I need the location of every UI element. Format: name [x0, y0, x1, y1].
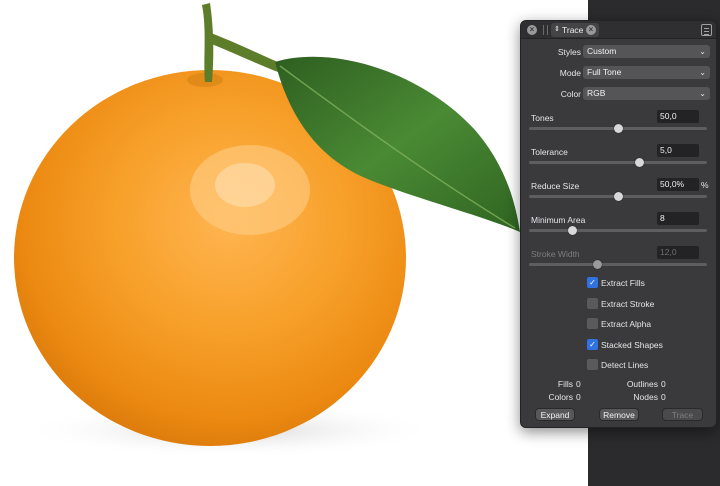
- extract-stroke-label: Extract Stroke: [601, 299, 655, 309]
- tolerance-knob[interactable]: [635, 158, 645, 167]
- mode-label: Mode: [559, 68, 581, 78]
- tones-input[interactable]: 50,0: [657, 110, 699, 123]
- mode-dropdown[interactable]: Full Tone ⌄: [583, 66, 710, 79]
- stroke-width-track: [529, 260, 707, 269]
- styles-label: Styles: [557, 47, 581, 57]
- sort-arrows-icon: ⇕: [554, 26, 560, 33]
- tones-label: Tones: [531, 113, 554, 123]
- orange-artwork: [14, 3, 520, 458]
- extract-alpha-label: Extract Alpha: [601, 319, 652, 329]
- panel-menu-icon[interactable]: [701, 24, 712, 36]
- styles-value: Custom: [587, 46, 617, 56]
- outlines-stat-value: 0: [661, 379, 666, 389]
- tolerance-track[interactable]: [529, 158, 707, 167]
- detect-lines-label: Detect Lines: [601, 360, 649, 370]
- colors-stat-label: Colors: [548, 392, 573, 402]
- nodes-stat-value: 0: [661, 392, 666, 402]
- tab-trace-label: Trace: [562, 25, 584, 35]
- close-tab-icon[interactable]: ×: [586, 25, 596, 35]
- chevron-down-icon: ⌄: [699, 68, 706, 77]
- mode-value: Full Tone: [587, 67, 622, 77]
- trace-panel: × ⇕ Trace × Styles Custom ⌄ Mode Full To…: [520, 20, 717, 428]
- detect-lines-checkbox[interactable]: [587, 359, 598, 370]
- styles-dropdown[interactable]: Custom ⌄: [583, 45, 710, 58]
- extract-fills-label: Extract Fills: [601, 278, 645, 288]
- stroke-width-knob: [592, 260, 602, 269]
- reduce-size-track[interactable]: [529, 192, 707, 201]
- color-value: RGB: [587, 88, 606, 98]
- minimum-area-knob[interactable]: [567, 226, 577, 235]
- panel-titlebar[interactable]: × ⇕ Trace ×: [521, 21, 716, 39]
- minimum-area-input[interactable]: 8: [657, 212, 699, 225]
- tolerance-input[interactable]: 5,0: [657, 144, 699, 157]
- chevron-down-icon: ⌄: [699, 89, 706, 98]
- extract-fills-checkbox[interactable]: ✓: [587, 277, 598, 288]
- remove-button[interactable]: Remove: [599, 408, 639, 421]
- stroke-width-input: 12,0: [657, 246, 699, 259]
- chevron-down-icon: ⌄: [699, 47, 706, 56]
- nodes-stat-label: Nodes: [633, 392, 658, 402]
- tones-knob[interactable]: [614, 124, 623, 133]
- stroke-width-label: Stroke Width: [531, 249, 580, 259]
- artboard-canvas[interactable]: [0, 0, 588, 486]
- extract-alpha-checkbox[interactable]: [587, 318, 598, 329]
- minimum-area-label: Minimum Area: [531, 215, 586, 225]
- colors-stat-value: 0: [576, 392, 581, 402]
- reduce-size-unit: %: [701, 180, 709, 190]
- close-panel-icon[interactable]: ×: [527, 25, 537, 35]
- stacked-shapes-label: Stacked Shapes: [601, 340, 663, 350]
- fills-stat-label: Fills: [557, 379, 573, 389]
- outlines-stat-label: Outlines: [626, 379, 658, 389]
- tolerance-label: Tolerance: [531, 147, 568, 157]
- color-dropdown[interactable]: RGB ⌄: [583, 87, 710, 100]
- trace-button: Trace: [662, 408, 703, 421]
- color-label: Color: [560, 89, 581, 99]
- expand-button[interactable]: Expand: [535, 408, 575, 421]
- reduce-size-input[interactable]: 50,0%: [657, 178, 699, 191]
- reduce-size-label: Reduce Size: [531, 181, 580, 191]
- reduce-size-knob[interactable]: [614, 192, 623, 201]
- minimum-area-track[interactable]: [529, 226, 707, 235]
- drag-handle-icon[interactable]: [543, 25, 548, 35]
- tones-track[interactable]: [529, 124, 707, 133]
- stacked-shapes-checkbox[interactable]: ✓: [587, 339, 598, 350]
- fills-stat-value: 0: [576, 379, 581, 389]
- extract-stroke-checkbox[interactable]: [587, 298, 598, 309]
